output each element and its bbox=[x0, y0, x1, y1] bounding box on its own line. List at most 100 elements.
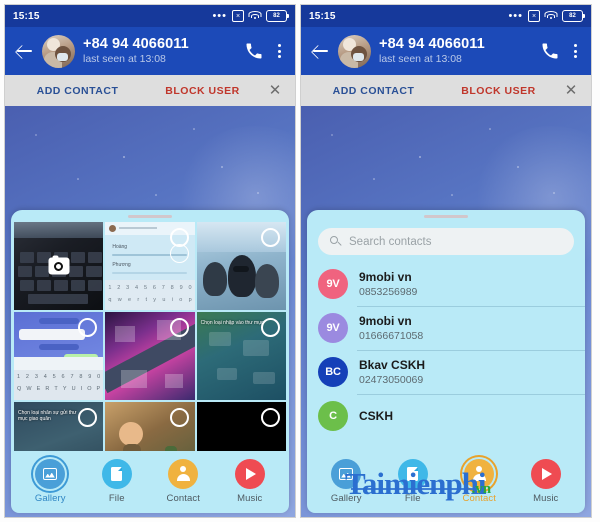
music-icon[interactable] bbox=[234, 458, 265, 489]
action-bar: ADD CONTACT BLOCK USER ✕ bbox=[5, 75, 295, 106]
gallery-tile-camera[interactable] bbox=[14, 222, 104, 310]
last-seen-status: last seen at 13:08 bbox=[379, 53, 462, 66]
contact-row[interactable]: 9V 9mobi vn 0853256989 bbox=[307, 262, 585, 306]
back-arrow-icon[interactable] bbox=[14, 41, 34, 61]
contact-info: 9mobi vn 0853256989 bbox=[359, 270, 417, 299]
phone-icon[interactable] bbox=[540, 41, 560, 61]
right-phone-screen: 15:15 ••• × 82 +84 94 4066011 last seen … bbox=[300, 4, 592, 518]
contacts-list: Search contacts 9V 9mobi vn 0853256989 9… bbox=[307, 222, 585, 451]
back-arrow-icon[interactable] bbox=[310, 41, 330, 61]
overflow-menu-icon[interactable] bbox=[272, 41, 286, 61]
gallery-icon[interactable] bbox=[35, 458, 66, 489]
status-icons: ••• × 82 bbox=[508, 10, 585, 22]
status-time: 15:15 bbox=[309, 10, 336, 22]
nav-label-gallery: Gallery bbox=[34, 492, 66, 504]
tile-select-checkbox[interactable] bbox=[78, 408, 98, 427]
add-contact-button[interactable]: ADD CONTACT bbox=[15, 85, 140, 97]
tile-select-checkbox[interactable] bbox=[261, 408, 280, 427]
screenshot-icon: × bbox=[528, 10, 540, 22]
action-bar: ADD CONTACT BLOCK USER ✕ bbox=[301, 75, 591, 106]
avatar: BC bbox=[318, 357, 348, 387]
gallery-tile-game-base[interactable]: Chọn loại nhập vào thư mục bbox=[196, 312, 286, 400]
tile-select-checkbox[interactable] bbox=[78, 318, 98, 337]
wifi-icon bbox=[544, 11, 558, 21]
sheet-drag-handle[interactable] bbox=[307, 210, 585, 222]
block-user-button[interactable]: BLOCK USER bbox=[436, 85, 561, 97]
file-icon[interactable] bbox=[101, 458, 132, 489]
gallery-tile-chat-screenshot[interactable]: Hoàng Phương 1234567890 qwertyuiop bbox=[105, 222, 195, 310]
more-dots-icon: ••• bbox=[508, 10, 523, 22]
attachment-nav-bar: Gallery File Contact Music bbox=[307, 451, 585, 513]
contact-row[interactable]: BC Bkav CSKH 02473050069 bbox=[307, 350, 585, 394]
gallery-tile-message-screenshot[interactable]: 1234567890 QWERTYUIOP bbox=[14, 312, 104, 400]
search-icon bbox=[330, 236, 341, 247]
phone-icon[interactable] bbox=[244, 41, 264, 61]
music-icon[interactable] bbox=[530, 458, 561, 489]
avatar[interactable] bbox=[42, 34, 75, 68]
camera-icon[interactable] bbox=[48, 255, 70, 275]
close-icon[interactable]: ✕ bbox=[561, 83, 581, 98]
attachment-nav-bar: Gallery File Contact Music bbox=[11, 451, 289, 513]
contact-header-text: +84 94 4066011 last seen at 13:08 bbox=[379, 36, 532, 66]
tile-select-checkbox[interactable] bbox=[261, 228, 280, 247]
nav-item-gallery[interactable]: Gallery bbox=[318, 458, 374, 504]
contact-header-text: +84 94 4066011 last seen at 13:08 bbox=[83, 36, 236, 66]
block-user-button[interactable]: BLOCK USER bbox=[140, 85, 265, 97]
avatar: C bbox=[318, 401, 348, 431]
nav-item-file[interactable]: File bbox=[385, 458, 441, 504]
nav-item-contact[interactable]: Contact bbox=[451, 458, 507, 504]
sheet-drag-handle[interactable] bbox=[11, 210, 289, 222]
nav-label-file: File bbox=[108, 492, 125, 504]
nav-item-gallery[interactable]: Gallery bbox=[22, 458, 78, 504]
attachment-sheet-gallery: Hoàng Phương 1234567890 qwertyuiop 1 2 3… bbox=[11, 210, 289, 513]
search-input[interactable]: Search contacts bbox=[318, 228, 574, 255]
page-title: +84 94 4066011 bbox=[83, 36, 189, 52]
app-bar: +84 94 4066011 last seen at 13:08 bbox=[5, 27, 295, 75]
screenshot-icon: × bbox=[232, 10, 244, 22]
battery-icon: 82 bbox=[562, 10, 585, 22]
nav-item-music[interactable]: Music bbox=[222, 458, 278, 504]
nav-item-contact[interactable]: Contact bbox=[155, 458, 211, 504]
contact-info: Bkav CSKH 02473050069 bbox=[359, 358, 425, 387]
nav-label-contact: Contact bbox=[462, 492, 496, 504]
overflow-menu-icon[interactable] bbox=[568, 41, 582, 61]
gallery-tile-game-character[interactable] bbox=[105, 402, 195, 451]
file-icon[interactable] bbox=[397, 458, 428, 489]
gallery-icon[interactable] bbox=[331, 458, 362, 489]
tile-select-checkbox[interactable] bbox=[261, 318, 280, 337]
contact-info: CSKH bbox=[359, 409, 393, 423]
nav-item-file[interactable]: File bbox=[89, 458, 145, 504]
gallery-tile-sea-photo[interactable] bbox=[196, 222, 286, 310]
contact-name: Bkav CSKH bbox=[359, 357, 426, 372]
gallery-tile-black[interactable] bbox=[196, 402, 286, 451]
contact-row[interactable]: C CSKH bbox=[307, 394, 585, 438]
avatar: 9V bbox=[318, 269, 348, 299]
nav-label-music: Music bbox=[533, 492, 559, 504]
gallery-grid: Hoàng Phương 1234567890 qwertyuiop 1 2 3… bbox=[11, 222, 289, 451]
contact-number: 02473050069 bbox=[359, 373, 424, 386]
tile-select-checkbox[interactable] bbox=[169, 228, 189, 247]
tile-select-checkbox[interactable] bbox=[169, 408, 189, 427]
page-title: +84 94 4066011 bbox=[379, 36, 485, 52]
contact-icon[interactable] bbox=[168, 458, 199, 489]
contact-row[interactable]: 9V 9mobi vn 01666671058 bbox=[307, 306, 585, 350]
contact-icon[interactable] bbox=[464, 458, 495, 489]
status-bar: 15:15 ••• × 82 bbox=[5, 5, 295, 27]
avatar: 9V bbox=[318, 313, 348, 343]
battery-level: 82 bbox=[569, 13, 576, 19]
status-icons: ••• × 82 bbox=[212, 10, 289, 22]
nav-label-file: File bbox=[404, 492, 421, 504]
app-bar: +84 94 4066011 last seen at 13:08 bbox=[301, 27, 591, 75]
left-phone-screen: 15:15 ••• × 82 +84 94 4066011 last seen … bbox=[4, 4, 296, 518]
nav-item-music[interactable]: Music bbox=[518, 458, 574, 504]
battery-level: 82 bbox=[273, 13, 280, 19]
gallery-tile-game-neon[interactable] bbox=[105, 312, 195, 400]
avatar[interactable] bbox=[338, 34, 371, 68]
close-icon[interactable]: ✕ bbox=[265, 83, 285, 98]
contact-name: 9mobi vn bbox=[359, 313, 412, 328]
screenshot-stage: 15:15 ••• × 82 +84 94 4066011 last seen … bbox=[0, 0, 600, 522]
gallery-tile-game-dark[interactable]: Chọn loại nhân sự gửi thư mục giao quân bbox=[14, 402, 104, 451]
tile-select-checkbox[interactable] bbox=[169, 318, 189, 337]
add-contact-button[interactable]: ADD CONTACT bbox=[311, 85, 436, 97]
more-dots-icon: ••• bbox=[212, 10, 227, 22]
